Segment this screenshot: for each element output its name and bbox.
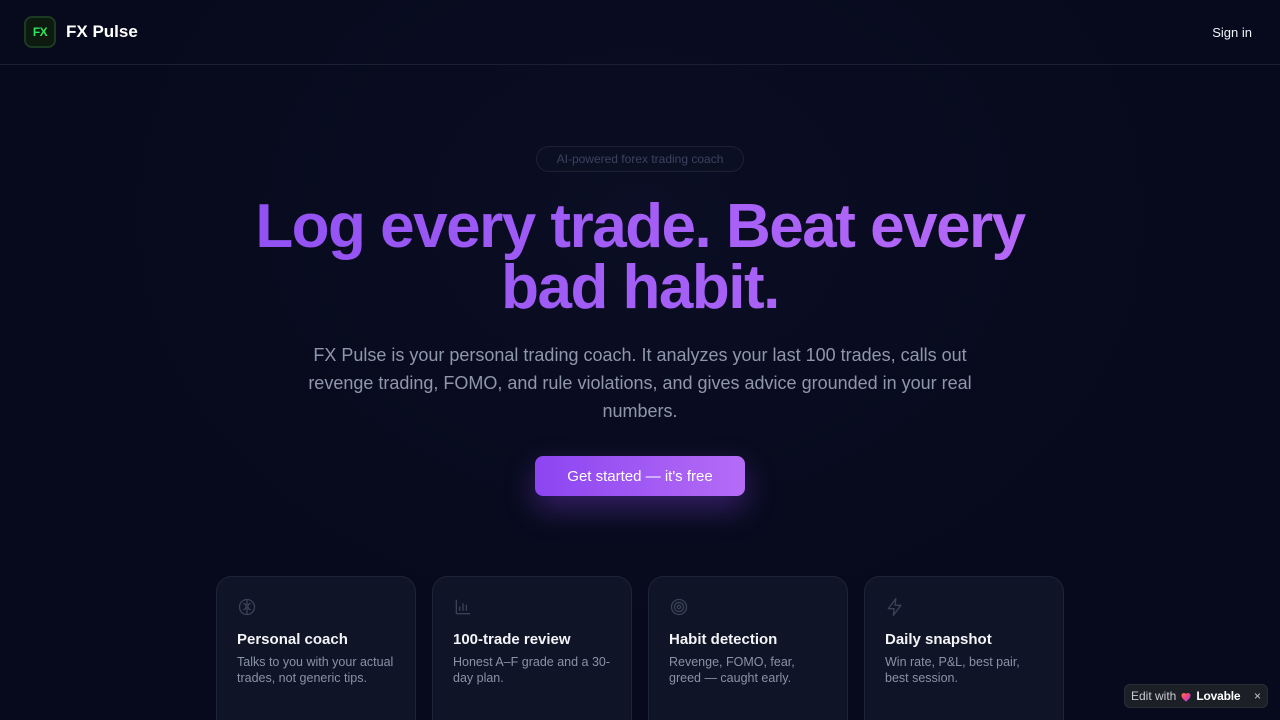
feature-card-habit-detection: Habit detection Revenge, FOMO, fear, gre… xyxy=(648,576,848,720)
feature-title: Habit detection xyxy=(669,631,778,648)
logo-text: FX xyxy=(32,25,48,39)
feature-card-trade-review: 100-trade review Honest A–F grade and a … xyxy=(432,576,632,720)
sign-in-button[interactable]: Sign in xyxy=(1208,19,1256,46)
feature-title: Personal coach xyxy=(237,631,348,648)
feature-desc: Win rate, P&L, best pair, best session. xyxy=(885,655,1020,685)
edit-with-lovable-badge[interactable]: Edit with Lovable × xyxy=(1124,684,1268,708)
feature-card-daily-snapshot: Daily snapshot Win rate, P&L, best pair,… xyxy=(864,576,1064,720)
hero-headline: Log every trade. Beat every bad habit. xyxy=(200,196,1080,318)
close-icon[interactable]: × xyxy=(1254,689,1261,703)
feature-desc: Honest A–F grade and a 30-day plan. xyxy=(453,655,611,685)
get-started-button[interactable]: Get started — it's free xyxy=(535,456,745,496)
feature-desc: Talks to you with your actual trades, no… xyxy=(237,655,394,685)
hero-subtext: FX Pulse is your personal trading coach.… xyxy=(308,345,972,421)
brain-icon xyxy=(238,598,256,616)
top-nav: FX FX Pulse Sign in xyxy=(0,0,1280,65)
feature-card-personal-coach: Personal coach Talks to you with your ac… xyxy=(216,576,416,720)
tagline-pill: AI-powered forex trading coach xyxy=(536,146,744,172)
hero-headline-line1: Log every trade. Beat every xyxy=(255,192,1025,261)
badge-brand: Lovable xyxy=(1196,689,1241,703)
lovable-heart-icon xyxy=(1181,692,1191,701)
bar-chart-icon xyxy=(455,599,471,615)
target-icon xyxy=(670,598,688,616)
lightning-icon xyxy=(887,598,902,616)
brand-name: FX Pulse xyxy=(66,22,138,41)
landing-page: FX FX Pulse Sign in AI-powered forex tra… xyxy=(0,0,1280,720)
logo: FX xyxy=(24,16,56,48)
brand[interactable]: FX FX Pulse xyxy=(24,16,138,48)
feature-desc: Revenge, FOMO, fear, greed — caught earl… xyxy=(669,655,795,685)
feature-title: 100-trade review xyxy=(453,631,571,648)
feature-title: Daily snapshot xyxy=(885,631,992,648)
badge-prefix: Edit with xyxy=(1131,689,1177,703)
hero-headline-line2: bad habit. xyxy=(501,253,779,322)
